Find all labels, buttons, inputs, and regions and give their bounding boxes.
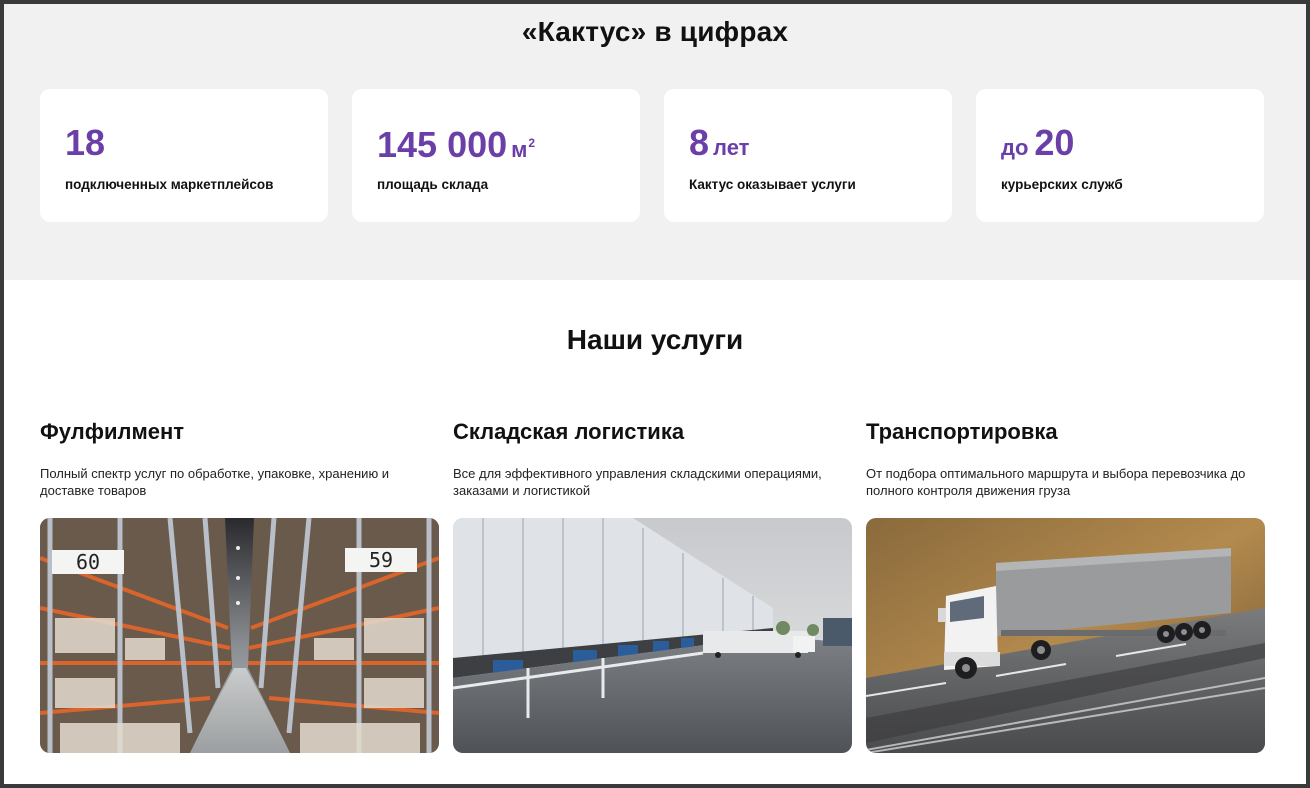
service-title[interactable]: Транспортировка	[866, 418, 1266, 446]
truck-highway-image[interactable]	[866, 518, 1265, 753]
warehouse-building-illustration	[453, 518, 852, 753]
page-frame: «Кактус» в цифрах 18 подключенных маркет…	[4, 4, 1306, 784]
stat-unit: лет	[713, 135, 750, 160]
stats-section: «Кактус» в цифрах 18 подключенных маркет…	[4, 4, 1306, 280]
stat-card-area: 145 000 м2 площадь склада	[352, 89, 640, 222]
stat-unit: м2	[511, 136, 536, 162]
warehouse-racks-illustration: 60 59	[40, 518, 439, 753]
stat-unit-text: м	[511, 137, 528, 162]
service-title[interactable]: Складская логистика	[453, 418, 853, 446]
stat-value: 145 000 м2	[377, 123, 535, 170]
stat-number: 18	[65, 122, 106, 163]
stat-number: 145 000	[377, 124, 508, 165]
stat-number: 8	[689, 122, 710, 163]
stat-card-marketplaces: 18 подключенных маркетплейсов	[40, 89, 328, 222]
rack-sign-60: 60	[76, 550, 100, 574]
stat-label: Кактус оказывает услуги	[689, 177, 856, 192]
stat-label: площадь склада	[377, 177, 489, 192]
stat-card-couriers: до 20 курьерских служб	[976, 89, 1264, 222]
service-card-warehouse-logistics[interactable]: Складская логистика Все для эффективного…	[453, 418, 853, 753]
stat-value: 8 лет	[689, 123, 749, 168]
stat-prefix: до	[1001, 135, 1029, 160]
service-description: Полный спектр услуг по обработке, упаков…	[40, 466, 390, 498]
service-title[interactable]: Фулфилмент	[40, 418, 440, 446]
stat-label: курьерских служб	[1001, 177, 1123, 192]
service-description: Все для эффективного управления складски…	[453, 466, 822, 498]
stat-number: 20	[1034, 122, 1075, 163]
stat-value: 18	[65, 123, 105, 163]
stat-value: до 20	[1001, 123, 1074, 168]
service-card-fulfillment[interactable]: Фулфилмент Полный спектр услуг по обрабо…	[40, 418, 440, 753]
stats-title: «Кактус» в цифрах	[521, 16, 789, 47]
warehouse-racks-image[interactable]: 60 59	[40, 518, 439, 753]
warehouse-building-image[interactable]	[453, 518, 852, 753]
service-description: От подбора оптимального маршрута и выбор…	[866, 466, 1246, 498]
services-title: Наши услуги	[566, 324, 744, 355]
stat-unit-sup: 2	[528, 136, 536, 150]
rack-sign-59: 59	[369, 548, 393, 572]
stat-card-years: 8 лет Кактус оказывает услуги	[664, 89, 952, 222]
stat-label: подключенных маркетплейсов	[65, 177, 274, 192]
service-card-transportation[interactable]: Транспортировка От подбора оптимального …	[866, 418, 1266, 753]
truck-highway-illustration	[866, 518, 1265, 753]
